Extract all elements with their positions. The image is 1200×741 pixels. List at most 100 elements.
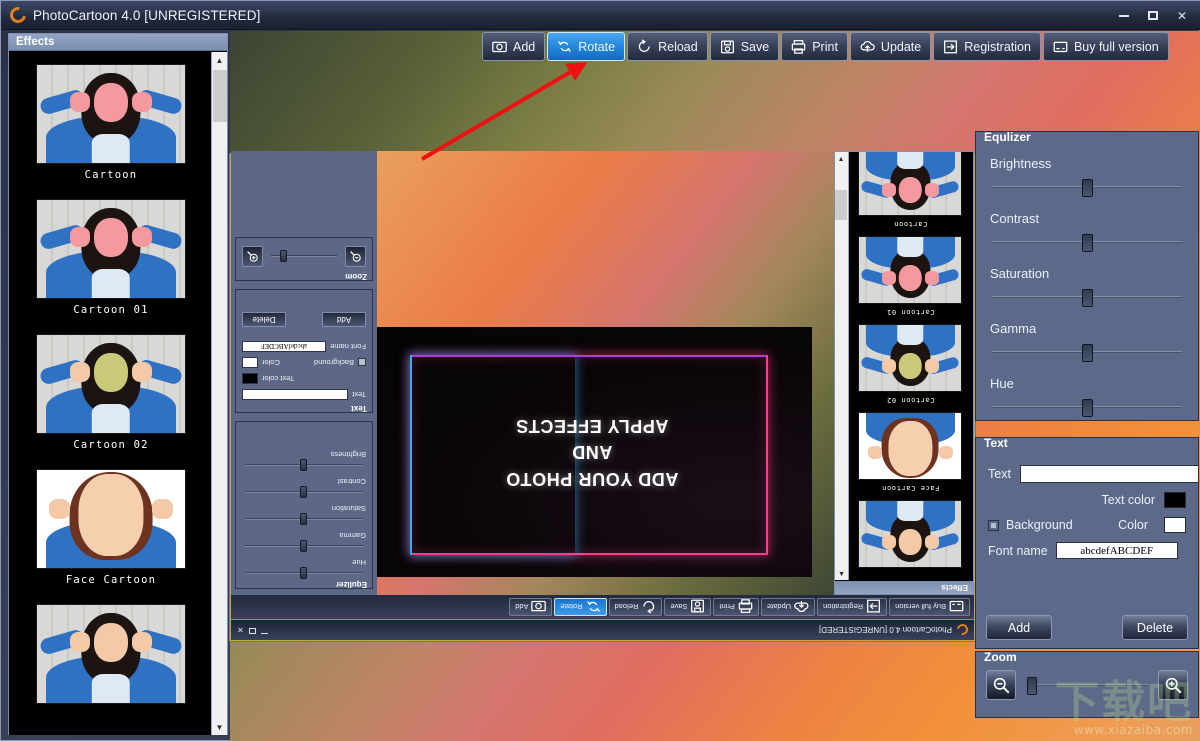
slider-handle[interactable] (1082, 179, 1093, 197)
effect-item-cartoon[interactable]: Cartoon (9, 52, 213, 187)
floppy-disk-icon (720, 39, 735, 54)
magnifier-minus-icon[interactable] (345, 246, 366, 267)
toolbar-button-label: Reload (658, 39, 698, 54)
toolbar-button-add[interactable]: Add (482, 32, 546, 61)
rotated-effects-list: Face Cartoon Cartoon 02 Cartoon 01 Carto… (848, 152, 973, 580)
effect-thumbnail[interactable] (36, 604, 186, 704)
equalizer-slider-gamma[interactable] (990, 342, 1184, 362)
background-checkbox[interactable] (988, 519, 999, 531)
rotated-effect-thumbnail[interactable] (858, 324, 963, 392)
chevron-down-icon[interactable]: ▼ (834, 152, 848, 165)
effect-thumbnail[interactable] (36, 199, 186, 299)
text-color-swatch[interactable] (1164, 492, 1186, 508)
rotated-background-checkbox[interactable] (358, 358, 366, 367)
slider-handle[interactable] (1082, 399, 1093, 417)
scrollbar-thumb[interactable] (213, 70, 227, 122)
effect-thumbnail[interactable] (36, 64, 186, 164)
text-panel: Text Text Text color Background Color Fo… (975, 436, 1199, 649)
rotated-toolbar-button-reload[interactable]: Reload (608, 598, 663, 616)
rotated-effects-scrollbar[interactable]: ▲ ▼ (835, 152, 849, 580)
rotated-effect-thumbnail[interactable] (858, 412, 963, 480)
rotated-toolbar-button-print[interactable]: Print (713, 598, 759, 616)
magnifier-minus-icon[interactable] (986, 670, 1016, 700)
equalizer-slider-saturation[interactable] (990, 287, 1184, 307)
chevron-down-icon[interactable]: ▼ (212, 719, 227, 735)
add-text-button[interactable]: Add (986, 615, 1052, 640)
chevron-up-icon[interactable]: ▲ (212, 52, 227, 68)
maximize-button[interactable] (1140, 5, 1166, 27)
effect-thumbnail[interactable] (36, 334, 186, 434)
delete-text-button[interactable]: Delete (1122, 615, 1188, 640)
effect-thumbnail[interactable] (36, 469, 186, 569)
effect-item-face-cartoon[interactable]: Face Cartoon (9, 457, 213, 592)
rotated-background-color-swatch[interactable] (242, 357, 258, 368)
slider-handle[interactable] (1082, 344, 1093, 362)
rotated-effect-item[interactable] (848, 500, 973, 580)
rotated-add-button[interactable]: Add (322, 312, 366, 327)
toolbar-button-registration[interactable]: Registration (933, 32, 1041, 61)
rotated-toolbar-button-rotate[interactable]: Rotate (554, 598, 607, 616)
magnifier-plus-icon[interactable] (1158, 670, 1188, 700)
rotated-effect-thumbnail[interactable] (858, 152, 963, 216)
text-input[interactable] (1019, 465, 1199, 483)
background-color-swatch[interactable] (1164, 517, 1186, 533)
equalizer-slider-brightness[interactable] (990, 177, 1184, 197)
toolbar-button-update[interactable]: Update (849, 32, 932, 61)
rotated-equalizer-slider[interactable] (242, 486, 366, 498)
minimize-button[interactable] (1111, 5, 1137, 27)
rotated-toolbar-button-save[interactable]: Save (664, 598, 712, 616)
chevron-up-icon[interactable]: ▲ (835, 567, 848, 580)
rotated-font-name-field[interactable]: abcdefABCDEF (242, 341, 327, 352)
slider-handle[interactable] (1082, 234, 1093, 252)
rotated-toolbar-button-add[interactable]: Add (509, 598, 553, 616)
zoom-slider-handle[interactable] (1026, 677, 1037, 695)
rotated-right-panels: Equlizer Hue Gamma Saturation Contrast B… (231, 151, 377, 595)
rotated-effect-thumbnail[interactable] (858, 236, 963, 304)
rotated-effect-label: Cartoon (893, 220, 928, 228)
rotated-toolbar-button-registration[interactable]: Registration (817, 598, 888, 616)
maximize-icon (248, 628, 256, 635)
rotated-equalizer-slider[interactable] (242, 513, 366, 525)
slider-handle[interactable] (1082, 289, 1093, 307)
rotated-delete-button[interactable]: Delete (242, 312, 286, 327)
toolbar-button-print[interactable]: Print (781, 32, 848, 61)
effect-item[interactable] (9, 592, 213, 715)
rotated-body: Effects Face Cartoon Cartoon 02 Cartoon … (231, 151, 974, 595)
reload-icon (641, 600, 656, 615)
rotated-text-color-swatch[interactable] (242, 373, 258, 384)
rotated-toolbar-button-buy-full-version[interactable]: Buy full version (889, 598, 970, 616)
scrollbar-thumb[interactable] (835, 190, 847, 220)
rotated-equalizer-slider[interactable] (242, 459, 366, 471)
rotated-equalizer-row: Gamma (242, 524, 366, 552)
effects-scrollbar[interactable]: ▲ ▼ (211, 52, 227, 735)
text-panel-title: Text (984, 436, 1008, 450)
rotated-effect-item[interactable]: Cartoon (848, 152, 973, 236)
rotated-effect-item[interactable]: Cartoon 01 (848, 236, 973, 324)
font-name-field[interactable]: abcdefABCDEF (1055, 542, 1178, 559)
printer-icon (791, 39, 806, 54)
rotated-effect-thumbnail[interactable] (858, 500, 963, 568)
equalizer-slider-hue[interactable] (990, 397, 1184, 417)
equalizer-title: Equlizer (984, 130, 1031, 144)
magnifier-plus-icon[interactable] (242, 246, 263, 267)
rotated-toolbar-button-update[interactable]: Update (760, 598, 816, 616)
photo-preview: ADD YOUR PHOTO AND APPLY EFFECTS (372, 327, 812, 577)
close-button[interactable]: ✕ (1169, 5, 1195, 27)
rotated-equalizer-slider[interactable] (242, 540, 366, 552)
font-name-label: Font name (988, 543, 1048, 558)
rotated-effect-item[interactable]: Face Cartoon (848, 412, 973, 500)
zoom-slider[interactable] (1024, 675, 1150, 695)
rotated-zoom-title: Zoom (345, 272, 367, 281)
toolbar-button-reload[interactable]: Reload (627, 32, 708, 61)
effect-item-cartoon-02[interactable]: Cartoon 02 (9, 322, 213, 457)
rotated-effect-item[interactable]: Cartoon 02 (848, 324, 973, 412)
toolbar-button-save[interactable]: Save (709, 32, 780, 61)
equalizer-slider-contrast[interactable] (990, 232, 1184, 252)
effect-item-cartoon-01[interactable]: Cartoon 01 (9, 187, 213, 322)
rotated-text-input[interactable] (242, 389, 349, 400)
toolbar-button-rotate[interactable]: Rotate (547, 32, 626, 61)
minimize-icon (260, 633, 268, 635)
photo-placeholder-line: AND (571, 442, 613, 463)
toolbar-button-buy-full-version[interactable]: Buy full version (1042, 32, 1169, 61)
rotated-equalizer-slider[interactable] (242, 567, 366, 579)
